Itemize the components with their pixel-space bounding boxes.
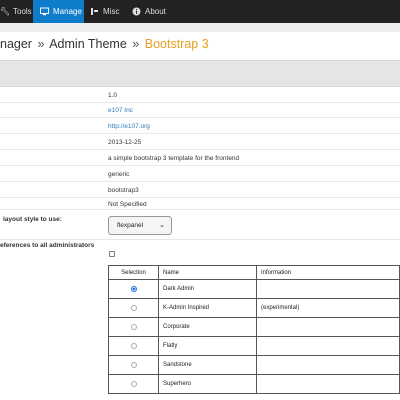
table-row: Flatly — [108, 336, 400, 356]
panel-heading — [0, 60, 400, 87]
theme-info — [256, 317, 400, 337]
admin-theme-table: Selection Name Information Dark Admin K-… — [108, 265, 400, 394]
theme-info — [256, 374, 400, 394]
theme-info — [256, 355, 400, 375]
nav-tools-label: Tools — [13, 7, 32, 16]
table-row: K-Admin Inspired (experimental) — [108, 298, 400, 318]
nav-about[interactable]: About — [128, 0, 172, 23]
theme-name: Corporate — [158, 317, 257, 337]
layout-style-select[interactable]: flexpanel ⌄ — [108, 216, 172, 235]
breadcrumb-current: Bootstrap 3 — [144, 37, 209, 51]
top-navbar: 🔧︎ Tools Manage Misc About — [0, 0, 400, 23]
folder-value: bootstrap3 — [108, 187, 139, 194]
theme-radio-corporate[interactable] — [130, 323, 137, 330]
apply-prefs-checkbox[interactable] — [109, 251, 115, 257]
col-header-name: Name — [158, 265, 257, 280]
selection-cell — [108, 374, 159, 394]
theme-name: Superhero — [158, 374, 257, 394]
description-value: a simple bootstrap 3 template for the fr… — [108, 155, 240, 162]
monitor-icon — [40, 7, 49, 16]
version-value: 1.0 — [108, 92, 118, 99]
theme-name: Dark Admin — [158, 279, 257, 299]
breadcrumb-part-1[interactable]: nager — [0, 37, 32, 51]
info-row-compatibility: Not Specified — [0, 198, 400, 210]
sub-navbar — [0, 23, 400, 32]
selection-cell — [108, 279, 159, 299]
theme-radio-k-admin[interactable] — [130, 304, 137, 311]
layout-style-label: layout style to use: — [3, 216, 62, 223]
selection-cell — [108, 355, 159, 375]
table-row: Sandstone — [108, 355, 400, 375]
info-row-url: http://e107.org — [0, 118, 400, 134]
theme-name: Sandstone — [158, 355, 257, 375]
breadcrumb-part-2[interactable]: Admin Theme — [49, 37, 127, 51]
misc-icon — [90, 7, 99, 16]
info-row-author: e107 Inc — [0, 103, 400, 118]
theme-info — [256, 279, 400, 299]
info-row-date: 2013-12-25 — [0, 134, 400, 150]
layout-style-row: layout style to use: — [0, 210, 400, 240]
nav-manage-label: Manage — [53, 7, 82, 16]
nav-misc[interactable]: Misc — [84, 0, 128, 23]
info-icon — [132, 7, 141, 16]
wrench-icon: 🔧︎ — [0, 7, 11, 16]
nav-about-label: About — [145, 7, 166, 16]
selection-cell — [108, 336, 159, 356]
theme-info: (experimental) — [256, 298, 400, 318]
layout-style-selected-value: flexpanel — [117, 222, 144, 229]
table-row: Corporate — [108, 317, 400, 337]
col-header-selection: Selection — [108, 265, 159, 280]
info-row-category: generic — [0, 166, 400, 182]
selection-cell — [108, 317, 159, 337]
chevron-down-icon: ⌄ — [159, 222, 165, 229]
table-row: Superhero — [108, 374, 400, 394]
theme-name: Flatly — [158, 336, 257, 356]
apply-prefs-row: eferences to all administrators — [0, 240, 400, 262]
col-header-information: Information — [256, 265, 400, 280]
author-link[interactable]: e107 Inc — [108, 107, 133, 114]
breadcrumb: nager » Admin Theme » Bootstrap 3 — [0, 37, 209, 51]
info-row-version: 1.0 — [0, 88, 400, 103]
apply-prefs-label: eferences to all administrators — [0, 242, 95, 249]
url-link[interactable]: http://e107.org — [108, 123, 150, 130]
info-row-folder: bootstrap3 — [0, 182, 400, 198]
nav-tools[interactable]: 🔧︎ Tools — [0, 0, 32, 23]
theme-radio-superhero[interactable] — [130, 380, 137, 387]
category-value: generic — [108, 171, 130, 178]
theme-radio-flatly[interactable] — [130, 342, 137, 349]
breadcrumb-separator: » — [132, 37, 140, 51]
compatibility-value: Not Specified — [108, 201, 147, 208]
breadcrumb-separator: » — [37, 37, 45, 51]
table-row: Dark Admin — [108, 279, 400, 299]
selection-cell — [108, 298, 159, 318]
date-value: 2013-12-25 — [108, 139, 142, 146]
info-row-description: a simple bootstrap 3 template for the fr… — [0, 150, 400, 166]
theme-radio-sandstone[interactable] — [130, 361, 137, 368]
theme-radio-dark-admin[interactable] — [130, 285, 137, 292]
theme-name: K-Admin Inspired — [158, 298, 257, 318]
nav-misc-label: Misc — [103, 7, 120, 16]
nav-manage[interactable]: Manage — [33, 0, 84, 23]
table-header-row: Selection Name Information — [108, 265, 400, 280]
theme-info — [256, 336, 400, 356]
